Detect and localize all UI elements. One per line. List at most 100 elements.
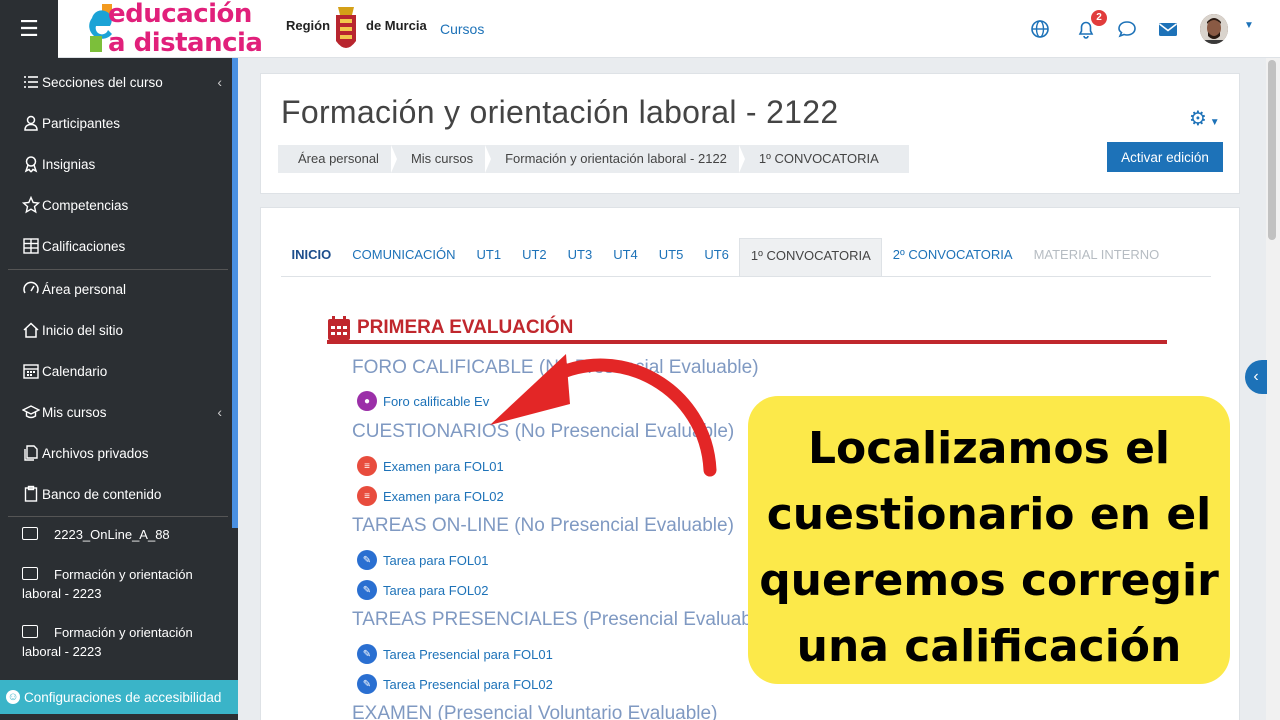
tab-ut5[interactable]: UT5 (648, 238, 694, 276)
folder-icon (22, 527, 38, 540)
tab-ut4[interactable]: UT4 (603, 238, 649, 276)
assignment-icon: ✎ (357, 580, 377, 600)
sidebar-item-label: Banco de contenido (42, 486, 162, 502)
activity-label[interactable]: Tarea para FOL01 (383, 553, 489, 568)
clipboard-icon (24, 485, 38, 502)
users-icon (24, 115, 38, 131)
list-icon (24, 76, 38, 88)
sidebar-folder-item[interactable]: Formación y orientación laboral - 2223 (22, 565, 222, 603)
page-header: Formación y orientación laboral - 2122 ⚙… (260, 73, 1240, 194)
sidebar-item-label: Competencias (42, 197, 129, 213)
site-logo[interactable]: educación a distancia (88, 0, 288, 58)
activity-label[interactable]: Tarea Presencial para FOL02 (383, 677, 553, 692)
activity-link[interactable]: ✎ Tarea para FOL02 (357, 580, 489, 600)
tab-1-convocatoria[interactable]: 1º CONVOCATORIA (739, 238, 883, 276)
page-scrollbar-thumb[interactable] (1268, 60, 1276, 240)
subsection-title: EXAMEN (Presencial Voluntario Evaluable) (352, 703, 718, 720)
sidebar-folder-label: 2223_OnLine_A_88 (54, 527, 170, 542)
callout-line: queremos corregir (759, 555, 1219, 606)
sidebar-item-label: Calendario (42, 363, 108, 379)
sidebar-folder-item[interactable]: Formación y orientación laboral - 2223 (22, 623, 222, 661)
callout-line: Localizamos el (807, 423, 1170, 474)
sidebar-item-area-personal[interactable]: Área personal (22, 274, 222, 304)
activity-link[interactable]: ✎ Tarea Presencial para FOL02 (357, 674, 553, 694)
sidebar-divider (8, 516, 228, 517)
notification-badge: 2 (1091, 10, 1107, 26)
accessibility-settings-button[interactable]: ☺ Configuraciones de accesibilidad (0, 680, 238, 714)
nav-cursos-link[interactable]: Cursos (440, 21, 484, 37)
folder-icon (22, 567, 38, 580)
callout-line: cuestionario en el (766, 489, 1212, 540)
files-icon (24, 445, 38, 461)
chat-icon[interactable] (1116, 18, 1138, 40)
murcia-crest-icon (336, 7, 356, 48)
breadcrumb-item[interactable]: 1º CONVOCATORIA (739, 145, 891, 173)
callout-text: Localizamos el cuestionario en el querem… (748, 416, 1230, 680)
sidebar-folder-label: Formación y orientación (54, 567, 193, 582)
assignment-icon: ✎ (357, 674, 377, 694)
tab-ut1[interactable]: UT1 (466, 238, 512, 276)
activity-label[interactable]: Tarea Presencial para FOL01 (383, 647, 553, 662)
open-block-drawer-button[interactable]: ‹ (1245, 360, 1267, 394)
activity-link[interactable]: ✎ Tarea Presencial para FOL01 (357, 644, 553, 664)
sidebar-item-calendario[interactable]: Calendario (22, 356, 222, 386)
assignment-icon: ✎ (357, 644, 377, 664)
subsection-title: TAREAS ON-LINE (No Presencial Evaluable) (352, 515, 734, 536)
sidebar-item-inicio-sitio[interactable]: Inicio del sitio (22, 315, 222, 345)
activity-label[interactable]: Examen para FOL02 (383, 489, 504, 504)
sidebar-item-mis-cursos[interactable]: Mis cursos ‹ (22, 397, 222, 427)
region-label: Región (286, 18, 331, 33)
sidebar-item-archivos-privados[interactable]: Archivos privados (22, 438, 222, 468)
callout-line: una calificación (796, 621, 1182, 672)
sidebar-item-label: Área personal (42, 281, 127, 297)
tab-ut2[interactable]: UT2 (512, 238, 558, 276)
subsection-title: TAREAS PRESENCIALES (Presencial Evaluabl… (352, 609, 773, 630)
activity-link[interactable]: ≡ Examen para FOL02 (357, 486, 504, 506)
sidebar-item-secciones[interactable]: Secciones del curso ‹ (22, 67, 222, 97)
sidebar-item-label: Inicio del sitio (42, 322, 124, 338)
sidebar-folder-label: Formación y orientación (54, 625, 193, 640)
menu-icon[interactable]: ☰ (0, 0, 58, 58)
breadcrumb-item[interactable]: Área personal (278, 145, 397, 173)
breadcrumb: Área personal Mis cursos Formación y ori… (278, 145, 909, 173)
sidebar-item-label: Calificaciones (42, 238, 126, 254)
annotation-callout: Localizamos el cuestionario en el querem… (748, 396, 1230, 684)
activity-label[interactable]: Tarea para FOL02 (383, 583, 489, 598)
chevron-down-icon[interactable]: ▼ (1244, 20, 1254, 31)
globe-icon[interactable] (1029, 18, 1051, 40)
top-navbar: ☰ educación a distancia Región de Murcia… (0, 0, 1280, 58)
logo-text-line1: educación (108, 0, 252, 29)
gear-icon[interactable]: ⚙ ▼ (1189, 106, 1220, 131)
graduation-icon (22, 405, 40, 419)
tab-comunicacion[interactable]: COMUNICACIÓN (342, 238, 466, 276)
murcia-label: de Murcia (366, 18, 427, 33)
home-icon (23, 322, 39, 338)
enable-editing-button[interactable]: Activar edición (1107, 142, 1223, 172)
sidebar-scrollbar[interactable] (232, 58, 238, 528)
folder-icon (22, 625, 38, 638)
sidebar-divider (8, 269, 228, 270)
tab-ut3[interactable]: UT3 (557, 238, 603, 276)
sidebar-item-participantes[interactable]: Participantes (22, 108, 222, 138)
sidebar-item-banco-contenido[interactable]: Banco de contenido (22, 479, 222, 509)
sidebar-folder-label: laboral - 2223 (22, 644, 102, 659)
page-title: Formación y orientación laboral - 2122 (281, 94, 839, 130)
tab-ut6[interactable]: UT6 (694, 238, 740, 276)
accessibility-label: Configuraciones de accesibilidad (24, 689, 222, 705)
chevron-left-icon[interactable]: ‹ (217, 74, 222, 90)
breadcrumb-item[interactable]: Formación y orientación laboral - 2122 (485, 145, 745, 173)
tab-2-convocatoria[interactable]: 2º CONVOCATORIA (882, 238, 1023, 276)
sidebar-item-insignias[interactable]: Insignias (22, 149, 222, 179)
tab-inicio[interactable]: INICIO (281, 238, 342, 276)
chevron-left-icon[interactable]: ‹ (217, 404, 222, 420)
breadcrumb-item[interactable]: Mis cursos (391, 145, 492, 173)
sidebar-item-competencias[interactable]: Competencias (22, 190, 222, 220)
user-avatar[interactable] (1200, 14, 1228, 44)
sidebar-folder-label: laboral - 2223 (22, 586, 102, 601)
sidebar-folder-item[interactable]: 2223_OnLine_A_88 (22, 525, 222, 544)
star-icon (22, 196, 40, 214)
activity-link[interactable]: ✎ Tarea para FOL01 (357, 550, 489, 570)
sidebar-item-calificaciones[interactable]: Calificaciones (22, 231, 222, 261)
sidebar-item-label: Secciones del curso (42, 74, 163, 90)
envelope-icon[interactable] (1157, 18, 1179, 40)
